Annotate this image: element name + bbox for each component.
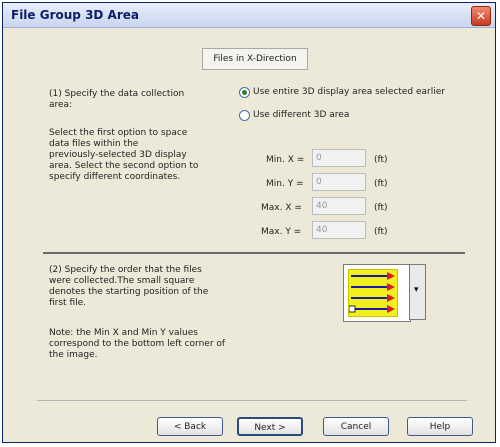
section1-desc-line2: data files within the xyxy=(49,139,139,149)
radio-use-different-area-label[interactable]: Use different 3D area xyxy=(253,110,349,121)
section1-desc-line1: Select the first option to space xyxy=(49,128,188,138)
note-line3: the image. xyxy=(49,350,98,360)
collection-order-selector[interactable] xyxy=(343,264,411,322)
section2-line3: denotes the starting position of the xyxy=(49,287,209,297)
min-y-field[interactable]: 0 xyxy=(312,173,366,191)
close-icon: ✕ xyxy=(475,9,487,23)
tab-files-in-x-direction[interactable]: Files in X-Direction xyxy=(202,48,308,70)
title-bar: File Group 3D Area ✕ xyxy=(3,3,495,28)
section2-line2: were collected.The small square xyxy=(49,276,195,286)
max-y-unit: (ft) xyxy=(374,227,388,237)
section1-heading-line1: (1) Specify the data collection xyxy=(49,89,185,99)
max-x-field[interactable]: 40 xyxy=(312,197,366,215)
arrow-head-4 xyxy=(387,305,395,313)
window-title: File Group 3D Area xyxy=(11,8,139,22)
section1-desc-line5: specify different coordinates. xyxy=(49,172,181,182)
start-square-icon xyxy=(348,305,356,313)
arrow-head-1 xyxy=(387,272,395,280)
max-x-unit: (ft) xyxy=(374,203,388,213)
max-y-field[interactable]: 40 xyxy=(312,221,366,239)
min-x-unit: (ft) xyxy=(374,155,388,165)
min-y-label: Min. Y = xyxy=(266,179,304,189)
collection-order-arrows-icon xyxy=(348,272,395,313)
section1-desc-line4: area. Select the second option to xyxy=(49,161,199,171)
radio-use-entire-area-label[interactable]: Use entire 3D display area selected earl… xyxy=(253,87,445,98)
arrow-head-3 xyxy=(387,294,395,302)
next-button[interactable]: Next > xyxy=(237,417,303,436)
footer-divider xyxy=(37,400,467,401)
close-button[interactable]: ✕ xyxy=(471,6,491,26)
section1-desc-line3: previously-selected 3D display xyxy=(49,150,187,160)
min-x-label: Min. X = xyxy=(266,155,305,165)
max-y-label: Max. Y = xyxy=(261,227,302,237)
min-x-field[interactable]: 0 xyxy=(312,149,366,167)
section2-line1: (2) Specify the order that the files xyxy=(49,265,202,275)
min-y-unit: (ft) xyxy=(374,179,388,189)
help-button[interactable]: Help xyxy=(407,417,473,436)
arrow-head-2 xyxy=(387,283,395,291)
dialog-window: File Group 3D Area ✕ Files in X-Directio… xyxy=(2,2,496,443)
back-button[interactable]: < Back xyxy=(157,417,223,436)
note-line2: correspond to the bottom left corner of xyxy=(49,339,226,349)
radio-use-entire-area[interactable] xyxy=(239,87,250,98)
radio-use-different-area[interactable] xyxy=(239,110,250,121)
cancel-button[interactable]: Cancel xyxy=(323,417,389,436)
section1-heading-line2: area: xyxy=(49,100,73,110)
section-divider xyxy=(43,252,465,254)
note-line1: Note: the Min X and Min Y values xyxy=(49,328,198,338)
collection-order-dropdown-button[interactable]: ▾ xyxy=(409,264,426,320)
chevron-down-icon: ▾ xyxy=(414,285,419,295)
max-x-label: Max. X = xyxy=(261,203,302,213)
collection-order-pattern xyxy=(348,269,398,317)
section2-line4: first file. xyxy=(49,298,87,308)
